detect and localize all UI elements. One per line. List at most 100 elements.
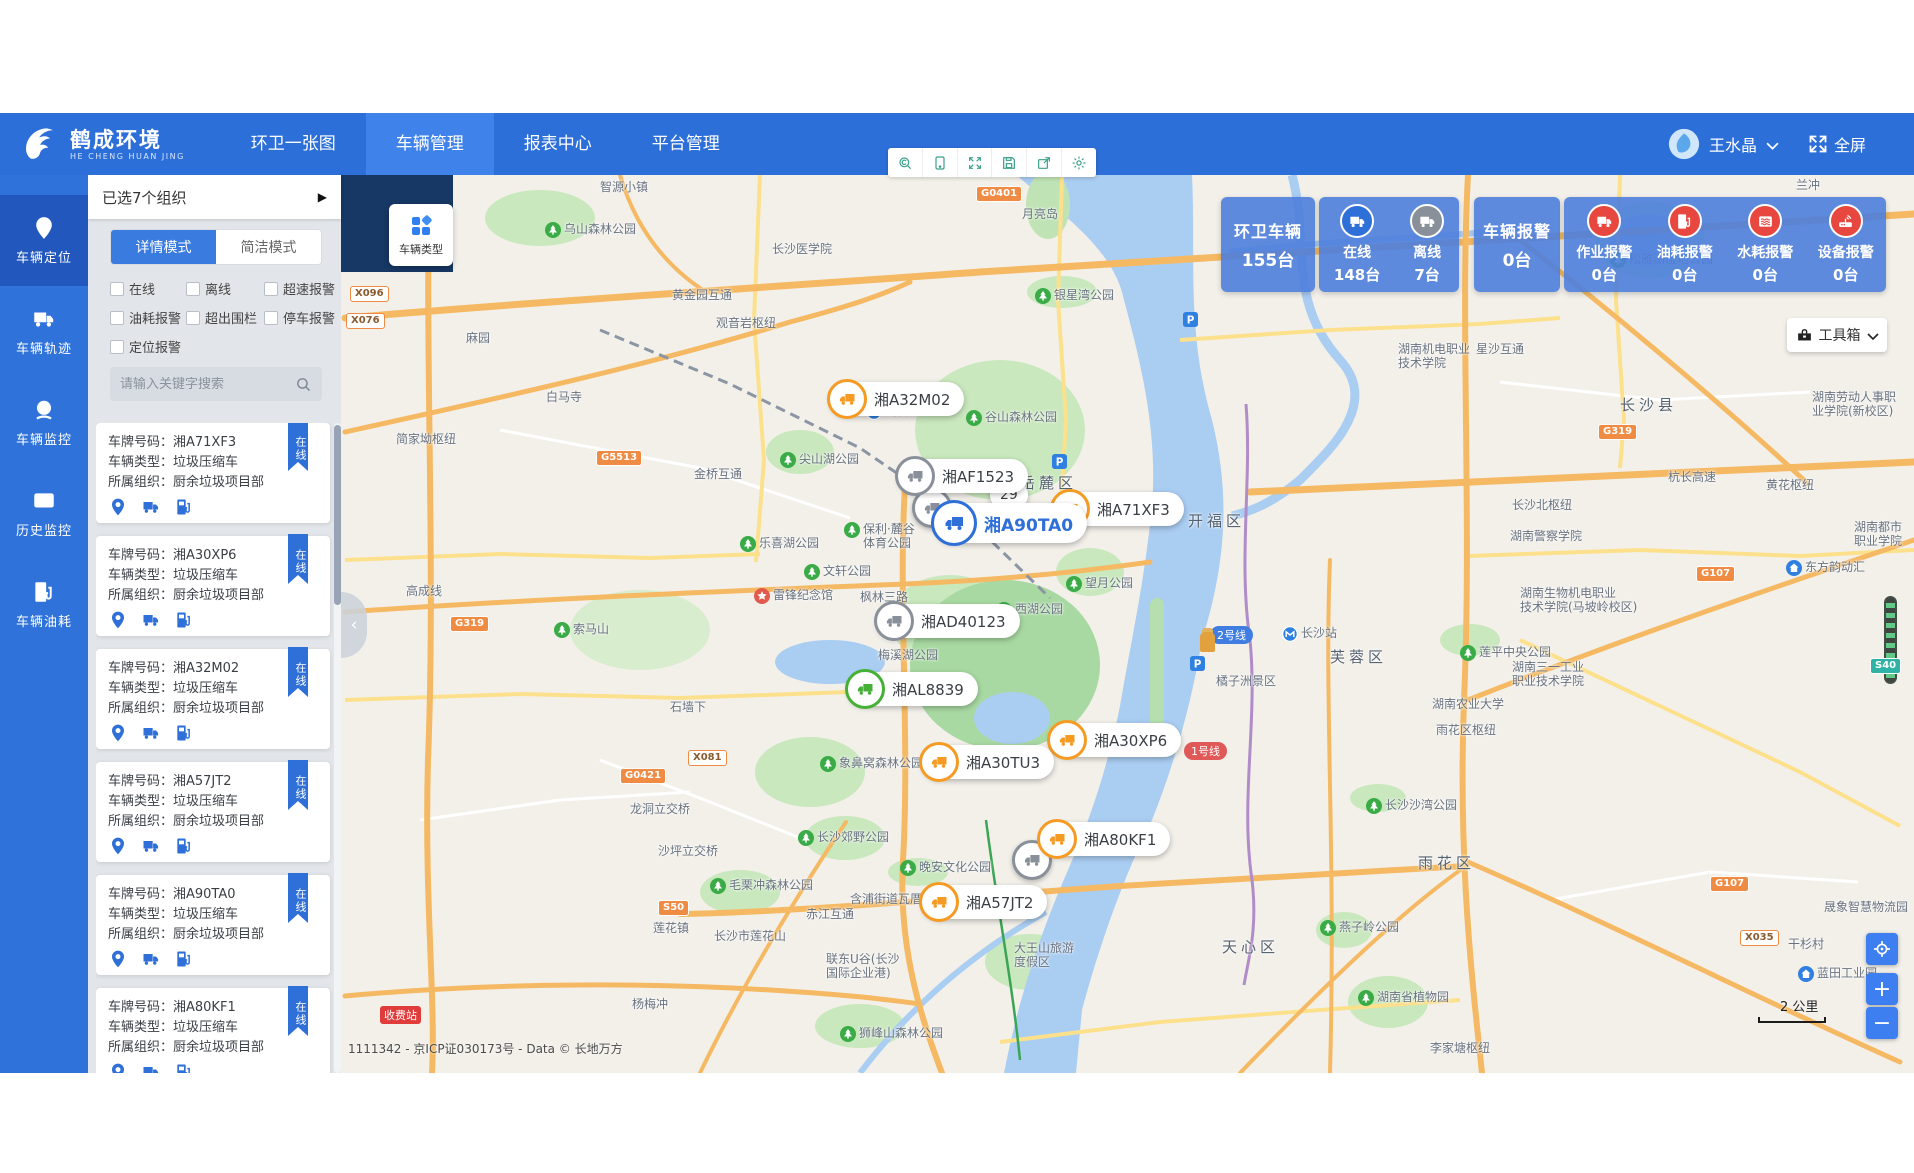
truck-icon	[919, 742, 959, 782]
chevron-down-icon[interactable]	[1766, 140, 1779, 149]
filter-label: 离线	[205, 279, 231, 298]
track-history-icon[interactable]	[141, 836, 161, 856]
vehicle-marker[interactable]: 湘A90TA0	[934, 503, 1087, 543]
nav-item-1[interactable]: 环卫一张图	[221, 113, 366, 175]
filter-2[interactable]: 离线	[186, 279, 264, 298]
tab-2[interactable]: 简洁模式	[216, 230, 321, 264]
filter-3[interactable]: 超速报警	[264, 279, 348, 298]
track-location-icon[interactable]	[108, 836, 128, 856]
filter-1[interactable]: 在线	[110, 279, 186, 298]
map-label	[1200, 632, 1215, 652]
area-search-icon[interactable]	[888, 148, 923, 177]
nav-item-4[interactable]: 平台管理	[622, 113, 750, 175]
filter-4[interactable]: 油耗报警	[110, 308, 186, 327]
search-icon[interactable]	[295, 376, 312, 393]
fuel-icon[interactable]	[174, 610, 194, 630]
mobile-icon[interactable]	[923, 148, 958, 177]
vehicle-marker[interactable]: 湘AF1523	[898, 459, 1028, 493]
tree-pin-icon	[710, 878, 726, 894]
sidebar-item-3[interactable]: 车辆监控	[0, 377, 88, 468]
vehicle-marker[interactable]: 湘A30XP6	[1050, 723, 1181, 757]
nav-item-3[interactable]: 报表中心	[494, 113, 622, 175]
zoom-in-button[interactable]: +	[1866, 973, 1898, 1005]
track-history-icon[interactable]	[141, 723, 161, 743]
sidebar-item-label: 车辆油耗	[16, 611, 72, 630]
filter-6[interactable]: 停车报警	[264, 308, 348, 327]
fuel-icon[interactable]	[174, 949, 194, 969]
track-location-icon[interactable]	[108, 949, 128, 969]
alarm-label: 水耗报警	[1737, 242, 1793, 262]
track-location-icon[interactable]	[108, 723, 128, 743]
vehicle-marker[interactable]: 湘A30TU3	[922, 745, 1054, 779]
vehicle-marker[interactable]: 湘A32M02	[830, 382, 964, 416]
tree-pin-icon	[844, 522, 860, 538]
vehicle-marker[interactable]: 湘AD40123	[877, 604, 1020, 638]
search-input[interactable]	[120, 377, 295, 392]
vehicle-marker[interactable]: 湘AL8839	[848, 672, 978, 706]
map-toolbar	[888, 148, 1096, 177]
scale-line	[1758, 1017, 1826, 1023]
marker-plate: 湘A90TA0	[984, 511, 1073, 536]
tree-pin-icon	[1066, 576, 1082, 592]
checkbox-icon[interactable]	[264, 282, 278, 296]
nav-item-2[interactable]: 车辆管理	[366, 113, 494, 175]
track-history-icon[interactable]	[141, 497, 161, 517]
avatar[interactable]	[1668, 128, 1700, 160]
stat-alarm-2: 油耗报警0台	[1657, 204, 1713, 285]
map-label: X096	[350, 286, 389, 302]
track-location-icon[interactable]	[108, 1062, 128, 1073]
track-location-icon[interactable]	[108, 610, 128, 630]
vehicle-card[interactable]: 车牌号码：湘A80KF1车辆类型：垃圾压缩车所属组织：厨余垃圾项目部在线	[96, 988, 330, 1073]
fuel-icon[interactable]	[174, 1062, 194, 1073]
vehicle-card[interactable]: 车牌号码：湘A57JT2车辆类型：垃圾压缩车所属组织：厨余垃圾项目部在线	[96, 762, 330, 862]
filter-5[interactable]: 超出围栏	[186, 308, 264, 327]
map-label: 石墙下	[670, 700, 706, 714]
checkbox-icon[interactable]	[110, 311, 124, 325]
top-right-area: 王水晶 全屏	[1668, 128, 1866, 160]
list-scrollbar-thumb[interactable]	[334, 425, 341, 605]
toolbox-button[interactable]: 工具箱	[1787, 318, 1887, 352]
checkbox-icon[interactable]	[264, 311, 278, 325]
list-scrollbar-track[interactable]	[334, 423, 341, 1073]
track-history-icon[interactable]	[141, 1062, 161, 1073]
stat-online-value: 148台	[1334, 264, 1380, 285]
track-location-icon[interactable]	[108, 497, 128, 517]
fuel-icon[interactable]	[174, 497, 194, 517]
fullscreen-button[interactable]: 全屏	[1808, 132, 1866, 156]
fuel-icon[interactable]	[174, 836, 194, 856]
alarm-label: 油耗报警	[1657, 242, 1713, 262]
map-label: 望月公园	[1066, 576, 1133, 592]
org-expand-arrow[interactable]: ▶	[318, 190, 327, 204]
sidebar-item-5[interactable]: 车辆油耗	[0, 559, 88, 650]
checkbox-icon[interactable]	[186, 282, 200, 296]
export-icon[interactable]	[1027, 148, 1062, 177]
filter-7[interactable]: 定位报警	[110, 337, 186, 356]
vehicle-marker[interactable]: 湘A57JT2	[922, 885, 1047, 919]
sidebar-item-2[interactable]: 车辆轨迹	[0, 286, 88, 377]
expand-icon[interactable]	[958, 148, 993, 177]
vehicle-marker[interactable]: 湘A80KF1	[1040, 822, 1170, 856]
zoom-out-button[interactable]: −	[1866, 1007, 1898, 1039]
locate-button[interactable]	[1866, 933, 1898, 965]
sidebar-item-1[interactable]: 车辆定位	[0, 195, 88, 286]
toolbox-label: 工具箱	[1819, 325, 1861, 345]
module-sidebar: 车辆定位车辆轨迹车辆监控历史监控车辆油耗	[0, 175, 88, 1073]
user-name[interactable]: 王水晶	[1709, 132, 1757, 156]
vehicle-card[interactable]: 车牌号码：湘A30XP6车辆类型：垃圾压缩车所属组织：厨余垃圾项目部在线	[96, 536, 330, 636]
checkbox-icon[interactable]	[110, 282, 124, 296]
vehicle-type-button[interactable]: 车辆类型	[389, 204, 453, 266]
vehicle-card[interactable]: 车牌号码：湘A71XF3车辆类型：垃圾压缩车所属组织：厨余垃圾项目部在线	[96, 423, 330, 523]
org-selector[interactable]: 已选7个组织 ▶	[88, 175, 341, 219]
checkbox-icon[interactable]	[110, 340, 124, 354]
sidebar-item-4[interactable]: 历史监控	[0, 468, 88, 559]
checkbox-icon[interactable]	[186, 311, 200, 325]
save-icon[interactable]	[992, 148, 1027, 177]
track-history-icon[interactable]	[141, 949, 161, 969]
vehicle-card[interactable]: 车牌号码：湘A32M02车辆类型：垃圾压缩车所属组织：厨余垃圾项目部在线	[96, 649, 330, 749]
toolbox-icon	[1796, 327, 1813, 344]
tab-1[interactable]: 详情模式	[111, 230, 216, 264]
settings-icon[interactable]	[1062, 148, 1096, 177]
fuel-icon[interactable]	[174, 723, 194, 743]
vehicle-card[interactable]: 车牌号码：湘A90TA0车辆类型：垃圾压缩车所属组织：厨余垃圾项目部在线	[96, 875, 330, 975]
track-history-icon[interactable]	[141, 610, 161, 630]
